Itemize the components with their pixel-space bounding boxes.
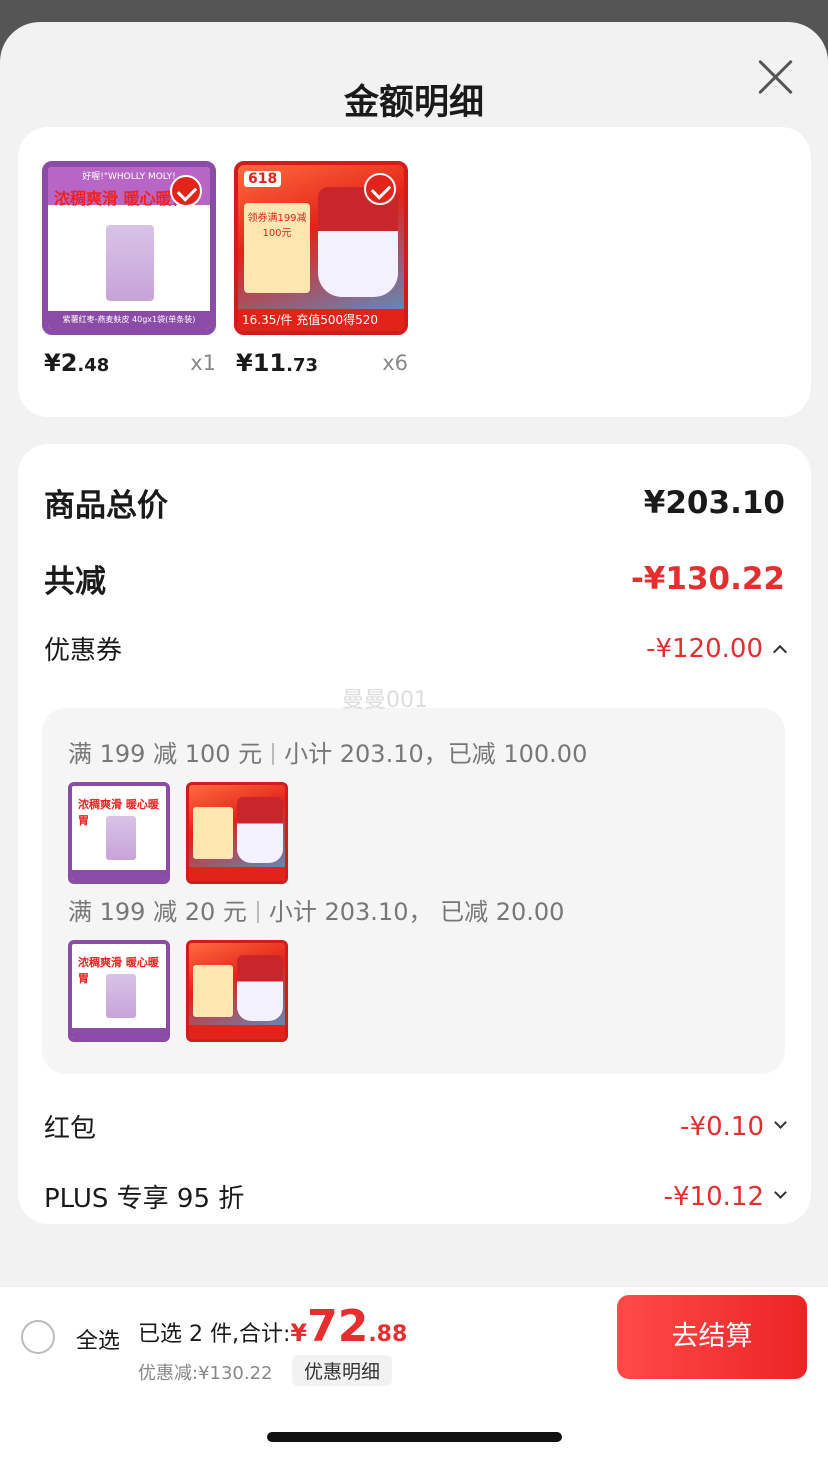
chevron-down-icon[interactable] xyxy=(774,1186,787,1199)
total-reduce-row: 共减 -¥130.22 xyxy=(44,556,785,601)
item-quantity: x1 xyxy=(190,351,216,375)
coupon-value: -¥120.00 xyxy=(646,633,763,664)
selected-items-card: 好喔!"WHOLLY MOLY! 浓稠爽滑 暖心暖胃 紫薯红枣-燕麦麸皮 40g… xyxy=(18,127,811,417)
product-item[interactable]: 好喔!"WHOLLY MOLY! 浓稠爽滑 暖心暖胃 紫薯红枣-燕麦麸皮 40g… xyxy=(42,161,216,377)
sheet-title: 金额明细 xyxy=(343,83,484,123)
coupon-row[interactable]: 优惠券 -¥120.00 xyxy=(44,630,788,667)
coupon-line: 满 199 减 100 元小计 203.10，已减 100.00 xyxy=(68,740,588,768)
thumb-footer: 紫薯红枣-燕麦麸皮 40gx1袋(单条装) xyxy=(48,311,210,329)
price-breakdown-card: 商品总价 ¥203.10 共减 -¥130.22 优惠券 -¥120.00 满 … xyxy=(18,444,811,1224)
product-pack-image xyxy=(106,225,154,301)
thumb-panel: 领券满199减 100元 xyxy=(244,203,310,293)
selected-summary: 已选 2 件,合计:¥72.88 xyxy=(138,1301,408,1352)
discount-detail-button[interactable]: 优惠明细 xyxy=(292,1355,393,1386)
total-price-row: 商品总价 ¥203.10 xyxy=(44,480,785,525)
total-price-label: 商品总价 xyxy=(44,488,168,524)
home-indicator[interactable] xyxy=(267,1432,562,1442)
coupon-product-thumbnail: 浓稠爽滑 暖心暖胃 xyxy=(68,940,170,1042)
item-quantity: x6 xyxy=(382,351,408,375)
plus-discount-value: -¥10.12 xyxy=(663,1181,764,1212)
thumb-footer: 16.35/件 充值500得520 xyxy=(238,309,404,331)
coupon-product-thumbnail xyxy=(186,782,288,884)
select-all-radio[interactable] xyxy=(21,1320,55,1354)
total-reduce-value: -¥130.22 xyxy=(630,560,785,597)
checkout-bar: 全选 已选 2 件,合计:¥72.88 优惠减:¥130.22 优惠明细 去结算 xyxy=(0,1286,828,1386)
red-packet-value: -¥0.10 xyxy=(680,1111,764,1142)
product-thumbnail: 618 领券满199减 100元 16.35/件 充值500得520 xyxy=(234,161,408,335)
plus-discount-label: PLUS 专享 95 折 xyxy=(44,1184,245,1214)
checkmark-icon[interactable] xyxy=(170,175,202,207)
coupon-product-thumbnail: 浓稠爽滑 暖心暖胃 xyxy=(68,782,170,884)
watermark: 曼曼001 xyxy=(342,688,428,713)
item-price: ¥2.48 xyxy=(44,349,110,377)
product-item[interactable]: 618 领券满199减 100元 16.35/件 充值500得520 ¥11.7… xyxy=(234,161,408,377)
chevron-down-icon[interactable] xyxy=(774,1116,787,1129)
red-packet-label: 红包 xyxy=(44,1114,97,1144)
thumb-tag: 618 xyxy=(244,171,282,187)
coupon-product-thumbnail xyxy=(186,940,288,1042)
chevron-up-icon[interactable] xyxy=(772,644,788,659)
total-reduce-label: 共减 xyxy=(44,564,106,600)
total-price-value: ¥203.10 xyxy=(643,484,785,521)
coupon-details: 满 199 减 100 元小计 203.10，已减 100.00 浓稠爽滑 暖心… xyxy=(42,708,785,1074)
safe-area xyxy=(0,1386,828,1459)
thumb-headline: 浓稠爽滑 暖心暖胃 xyxy=(54,189,188,208)
plus-discount-row[interactable]: PLUS 专享 95 折 -¥10.12 xyxy=(44,1178,787,1215)
item-price: ¥11.73 xyxy=(236,349,318,377)
discount-summary: 优惠减:¥130.22 xyxy=(138,1363,273,1384)
product-thumbnail: 好喔!"WHOLLY MOLY! 浓稠爽滑 暖心暖胃 紫薯红枣-燕麦麸皮 40g… xyxy=(42,161,216,335)
coupon-label: 优惠券 xyxy=(44,636,123,666)
red-packet-row[interactable]: 红包 -¥0.10 xyxy=(44,1108,787,1145)
checkmark-icon[interactable] xyxy=(364,173,396,205)
select-all-label[interactable]: 全选 xyxy=(76,1323,120,1355)
amount-detail-sheet: 金额明细 好喔!"WHOLLY MOLY! 浓稠爽滑 暖心暖胃 紫薯红枣-燕麦麸… xyxy=(0,22,828,1459)
close-icon[interactable] xyxy=(756,58,794,96)
checkout-button[interactable]: 去结算 xyxy=(617,1295,807,1379)
coupon-line: 满 199 减 20 元小计 203.10， 已减 20.00 xyxy=(68,898,565,926)
